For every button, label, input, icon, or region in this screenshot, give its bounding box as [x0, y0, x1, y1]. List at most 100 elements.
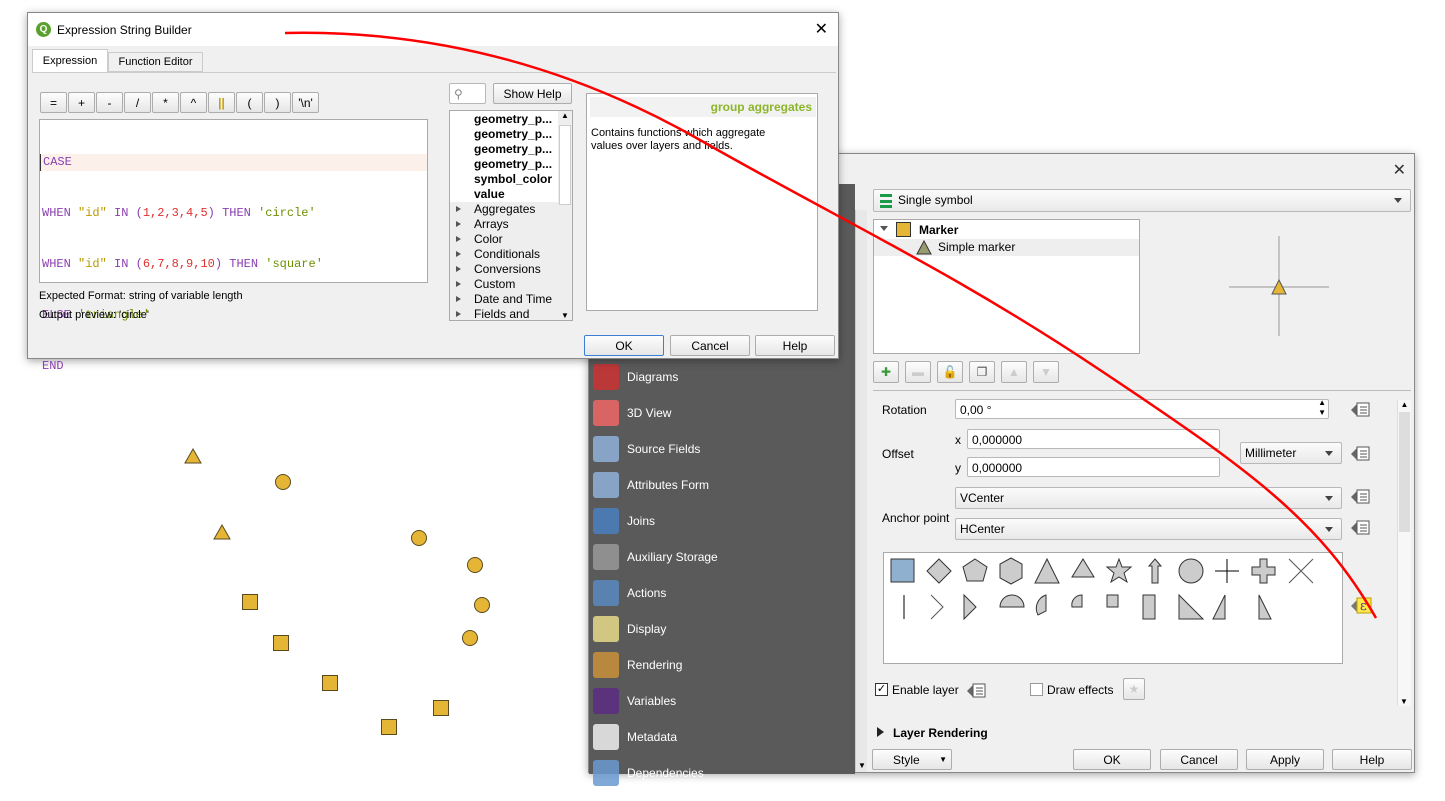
- operator-button[interactable]: '\n': [292, 92, 319, 113]
- move-down-button[interactable]: ▼: [1033, 361, 1059, 383]
- marker-shape-option[interactable]: [962, 558, 988, 582]
- props-scrollbar[interactable]: ▲ ▼: [1397, 400, 1411, 706]
- sidebar-scrollbar[interactable]: ▼: [855, 210, 867, 772]
- function-group-item[interactable]: geometry_p...: [450, 142, 558, 157]
- marker-shape-option[interactable]: [1034, 557, 1060, 584]
- sidebar-item-display[interactable]: Display: [593, 614, 666, 644]
- layer-rendering-section[interactable]: Layer Rendering: [893, 726, 988, 740]
- operator-button[interactable]: =: [40, 92, 67, 113]
- marker-shape-option[interactable]: [1071, 594, 1083, 608]
- marker-shape-option[interactable]: [1251, 558, 1276, 584]
- show-help-button[interactable]: Show Help: [493, 83, 572, 104]
- sidebar-item-actions[interactable]: Actions: [593, 578, 666, 608]
- data-defined-override-icon[interactable]: [1351, 444, 1377, 464]
- sidebar-item-attributes-form[interactable]: Attributes Form: [593, 470, 709, 500]
- function-group-item[interactable]: geometry_p...: [450, 112, 558, 127]
- operator-button[interactable]: ^: [180, 92, 207, 113]
- help-button[interactable]: Help: [1332, 749, 1412, 770]
- marker-shape-option[interactable]: [1212, 594, 1226, 620]
- close-icon[interactable]: ✕: [815, 19, 828, 39]
- collapse-icon[interactable]: [880, 226, 888, 235]
- rotation-input[interactable]: 0,00 ° ▲ ▼: [955, 398, 1329, 419]
- expression-editor[interactable]: CASE WHEN "id" IN (1,2,3,4,5) THEN 'circ…: [39, 119, 428, 373]
- sidebar-item-metadata[interactable]: Metadata: [593, 722, 677, 752]
- marker-shape-option[interactable]: [1288, 558, 1314, 584]
- enable-layer-checkbox[interactable]: ✓: [875, 683, 888, 696]
- data-defined-override-icon[interactable]: [1351, 400, 1377, 420]
- apply-button[interactable]: Apply: [1246, 749, 1324, 770]
- vanchor-select[interactable]: VCenter: [955, 487, 1342, 509]
- marker-shape-option[interactable]: [1178, 593, 1205, 620]
- tree-marker[interactable]: Marker: [919, 223, 958, 237]
- operator-button[interactable]: -: [96, 92, 123, 113]
- function-group-item[interactable]: geometry_p...: [450, 127, 558, 142]
- add-layer-button[interactable]: ✚: [873, 361, 899, 383]
- operator-button[interactable]: +: [68, 92, 95, 113]
- operator-button[interactable]: (: [236, 92, 263, 113]
- function-group-item[interactable]: geometry_p...: [450, 157, 558, 172]
- expand-icon[interactable]: [877, 727, 889, 737]
- sidebar-item-source-fields[interactable]: Source Fields: [593, 434, 700, 464]
- marker-shape-option[interactable]: [890, 558, 915, 583]
- search-input[interactable]: ⚲: [449, 83, 486, 104]
- symbol-tree[interactable]: Marker Simple marker: [873, 219, 1140, 354]
- function-group-item[interactable]: Fields and Val...: [450, 307, 558, 320]
- offset-y-input[interactable]: 0,000000: [967, 457, 1220, 477]
- sidebar-item-dependencies[interactable]: Dependencies: [593, 758, 704, 788]
- marker-shape-option[interactable]: [1106, 594, 1119, 608]
- remove-layer-button[interactable]: ▬: [905, 361, 931, 383]
- unit-select[interactable]: Millimeter: [1240, 442, 1342, 464]
- function-group-item[interactable]: Date and Time: [450, 292, 558, 307]
- cancel-button[interactable]: Cancel: [670, 335, 750, 356]
- offset-x-input[interactable]: 0,000000: [967, 429, 1220, 449]
- data-defined-override-icon[interactable]: [1351, 487, 1377, 507]
- lock-button[interactable]: 🔓: [937, 361, 963, 383]
- sidebar-item-joins[interactable]: Joins: [593, 506, 655, 536]
- move-up-button[interactable]: ▲: [1001, 361, 1027, 383]
- data-defined-override-icon[interactable]: [1351, 518, 1377, 538]
- function-group-item[interactable]: Conversions: [450, 262, 558, 277]
- ok-button[interactable]: OK: [1073, 749, 1151, 770]
- marker-shape-option[interactable]: [930, 594, 944, 620]
- operator-button[interactable]: /: [124, 92, 151, 113]
- function-group-item[interactable]: Arrays: [450, 217, 558, 232]
- sidebar-item-auxiliary-storage[interactable]: Auxiliary Storage: [593, 542, 718, 572]
- marker-shape-option[interactable]: [1215, 559, 1239, 583]
- function-group-item[interactable]: value: [450, 187, 558, 202]
- duplicate-button[interactable]: ❐: [969, 361, 995, 383]
- tab-function-editor[interactable]: Function Editor: [108, 52, 203, 72]
- tab-expression[interactable]: Expression: [32, 49, 108, 73]
- function-group-item[interactable]: Custom: [450, 277, 558, 292]
- marker-shape-option[interactable]: [1147, 558, 1163, 584]
- operator-button[interactable]: *: [152, 92, 179, 113]
- marker-shape-option[interactable]: [1071, 558, 1095, 578]
- style-button[interactable]: Style ▼: [872, 749, 952, 770]
- marker-shape-option[interactable]: [999, 594, 1025, 608]
- operator-button[interactable]: ||: [208, 92, 235, 113]
- marker-shape-option[interactable]: [926, 558, 952, 584]
- marker-shape-option[interactable]: [1105, 557, 1133, 584]
- function-group-item[interactable]: Color: [450, 232, 558, 247]
- function-group-item[interactable]: Conditionals: [450, 247, 558, 262]
- function-list-scrollbar[interactable]: ▲ ▼: [558, 111, 572, 320]
- close-icon[interactable]: ✕: [1393, 160, 1406, 180]
- sidebar-item-diagrams[interactable]: Diagrams: [593, 362, 678, 392]
- function-group-item[interactable]: Aggregates: [450, 202, 558, 217]
- hanchor-select[interactable]: HCenter: [955, 518, 1342, 540]
- help-button[interactable]: Help: [755, 335, 835, 356]
- ok-button[interactable]: OK: [584, 335, 664, 356]
- marker-shape-picker[interactable]: [883, 552, 1343, 664]
- data-defined-expression-icon[interactable]: ε: [1351, 596, 1377, 616]
- sidebar-item-variables[interactable]: Variables: [593, 686, 676, 716]
- data-defined-override-icon[interactable]: [967, 681, 993, 701]
- function-group-item[interactable]: symbol_color: [450, 172, 558, 187]
- sidebar-item-rendering[interactable]: Rendering: [593, 650, 682, 680]
- marker-shape-option[interactable]: [999, 557, 1023, 585]
- tree-simple-marker-row[interactable]: Simple marker: [874, 239, 1139, 256]
- sidebar-item-3d-view[interactable]: 3D View: [593, 398, 671, 428]
- marker-shape-option[interactable]: [1258, 594, 1272, 620]
- marker-shape-option[interactable]: [1142, 594, 1156, 620]
- renderer-select[interactable]: Single symbol: [873, 189, 1411, 212]
- marker-shape-option[interactable]: [963, 593, 977, 621]
- marker-shape-option[interactable]: [1035, 594, 1047, 616]
